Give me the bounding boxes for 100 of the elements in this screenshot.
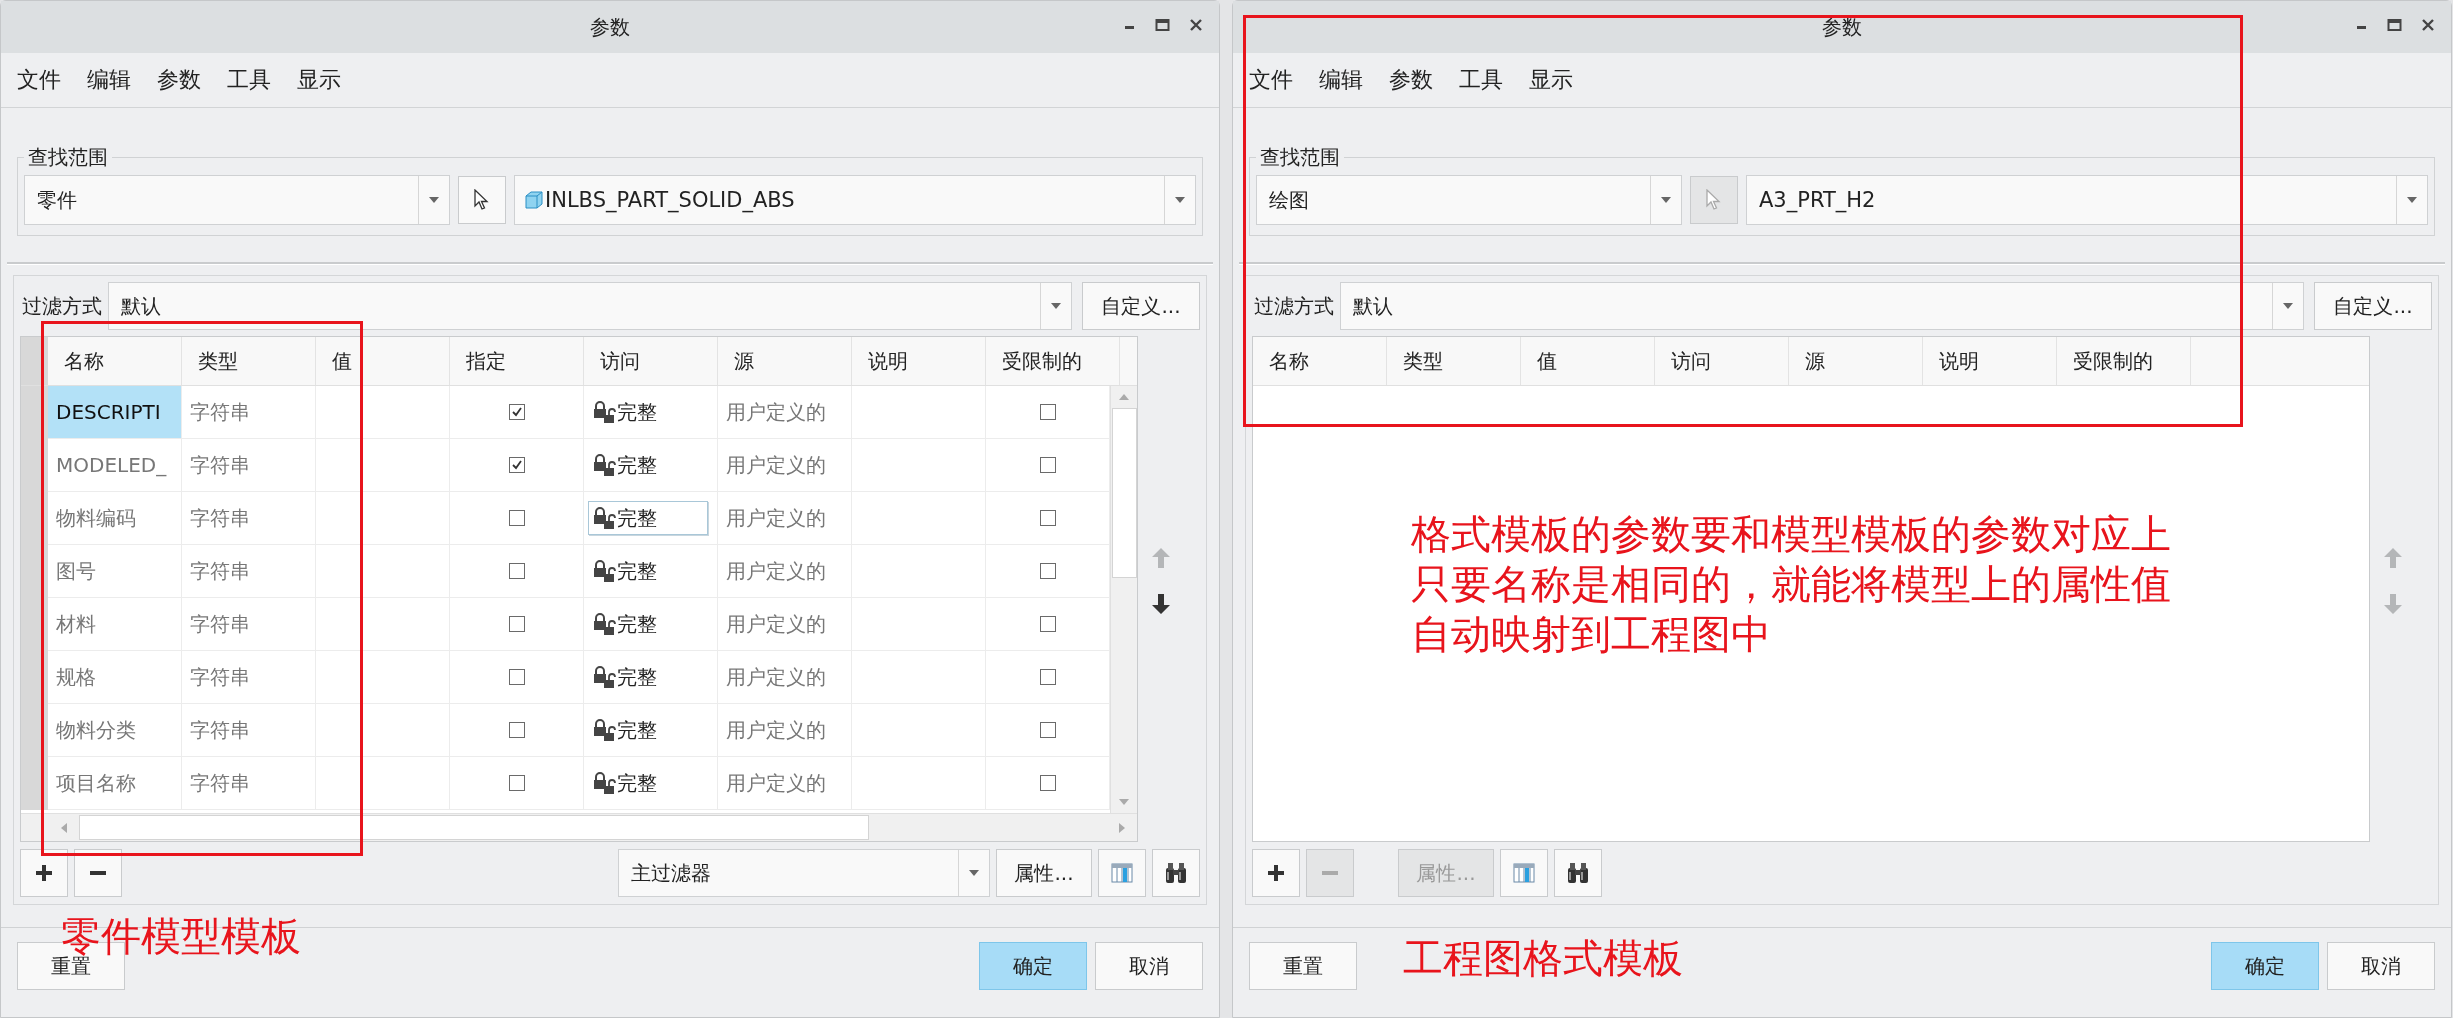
menu-item[interactable]: 编辑 [1319, 65, 1363, 95]
scroll-up-icon [1119, 394, 1129, 400]
checkbox[interactable] [1039, 775, 1056, 791]
scope-type-dropdown[interactable]: 零件 [24, 175, 450, 225]
checkbox[interactable] [1039, 616, 1056, 632]
column-header[interactable]: 类型 [182, 337, 316, 385]
columns-button[interactable] [1500, 849, 1548, 897]
caret-icon [1661, 197, 1671, 203]
table-cell[interactable]: 图号 [48, 545, 182, 598]
column-header[interactable]: 访问 [1655, 337, 1789, 385]
access-cell[interactable]: 完整 [588, 607, 708, 641]
find-button[interactable] [1152, 849, 1200, 897]
maximize-button[interactable] [1155, 18, 1171, 32]
find-button[interactable] [1554, 849, 1602, 897]
checkbox[interactable] [1039, 404, 1056, 420]
move-down-button[interactable] [1152, 594, 1170, 614]
access-cell[interactable]: 完整 [588, 713, 708, 747]
table-cell[interactable]: 规格 [48, 651, 182, 704]
scrollbar-thumb[interactable] [79, 815, 869, 840]
add-button[interactable] [20, 849, 68, 897]
maximize-button[interactable] [2387, 18, 2403, 32]
menu-item[interactable]: 工具 [227, 65, 271, 95]
column-header[interactable]: 说明 [1923, 337, 2057, 385]
column-header[interactable]: 源 [718, 337, 852, 385]
access-cell[interactable]: 完整 [588, 554, 708, 588]
column-header[interactable]: 受限制的 [2057, 337, 2191, 385]
access-cell[interactable]: 完整 [588, 660, 708, 694]
menu-item[interactable]: 参数 [1389, 65, 1433, 95]
menu-item[interactable]: 文件 [1249, 65, 1293, 95]
checkbox[interactable] [1039, 722, 1056, 738]
column-header[interactable]: 受限制的 [986, 337, 1120, 385]
cancel-button[interactable]: 取消 [1095, 942, 1203, 990]
column-header[interactable]: 说明 [852, 337, 986, 385]
table-cell: 字符串 [182, 492, 316, 545]
table-cell: 用户定义的 [718, 704, 852, 757]
menu-item[interactable]: 工具 [1459, 65, 1503, 95]
properties-button[interactable]: 属性... [996, 849, 1092, 897]
access-cell[interactable]: 完整 [588, 766, 708, 800]
customize-button[interactable]: 自定义... [1082, 282, 1200, 330]
filter-dropdown[interactable]: 默认 [108, 282, 1072, 330]
menu-item[interactable]: 显示 [1529, 65, 1573, 95]
scrollbar-thumb[interactable] [1111, 408, 1137, 578]
menu-item[interactable]: 参数 [157, 65, 201, 95]
table-cell[interactable]: 物料编码 [48, 492, 182, 545]
column-header[interactable]: 值 [1521, 337, 1655, 385]
filter-dropdown[interactable]: 默认 [1340, 282, 2304, 330]
table-cell: 用户定义的 [718, 757, 852, 810]
remove-button[interactable] [74, 849, 122, 897]
column-header[interactable]: 源 [1789, 337, 1923, 385]
horizontal-scrollbar[interactable] [21, 813, 1137, 841]
access-cell[interactable]: 完整 [588, 501, 708, 535]
table-cell[interactable]: MODELED_ [48, 439, 182, 492]
access-cell[interactable]: 完整 [588, 395, 708, 429]
access-text: 完整 [617, 716, 657, 744]
add-button[interactable] [1252, 849, 1300, 897]
column-header[interactable]: 访问 [584, 337, 718, 385]
vertical-scrollbar[interactable] [1110, 386, 1137, 813]
checkbox[interactable] [508, 510, 525, 526]
column-header[interactable]: 类型 [1387, 337, 1521, 385]
column-header[interactable]: 名称 [48, 337, 182, 385]
checkbox[interactable] [508, 457, 525, 473]
checkbox[interactable] [508, 404, 525, 420]
close-button[interactable] [2421, 18, 2435, 32]
column-header[interactable]: 名称 [1253, 337, 1387, 385]
table-cell[interactable]: 项目名称 [48, 757, 182, 810]
checkbox[interactable] [508, 775, 525, 791]
column-header[interactable]: 值 [316, 337, 450, 385]
checkbox[interactable] [1039, 563, 1056, 579]
ok-button[interactable]: 确定 [979, 942, 1087, 990]
column-header[interactable]: 指定 [450, 337, 584, 385]
columns-button[interactable] [1098, 849, 1146, 897]
table-cell[interactable]: 物料分类 [48, 704, 182, 757]
cancel-button[interactable]: 取消 [2327, 942, 2435, 990]
close-button[interactable] [1189, 18, 1203, 32]
checkbox[interactable] [508, 616, 525, 632]
lock-icon [593, 613, 617, 635]
checkbox[interactable] [508, 722, 525, 738]
menu-item[interactable]: 文件 [17, 65, 61, 95]
scroll-down-icon [1119, 799, 1129, 805]
table-cell[interactable]: 材料 [48, 598, 182, 651]
menu-item[interactable]: 显示 [297, 65, 341, 95]
access-text: 完整 [617, 451, 657, 479]
checkbox[interactable] [508, 563, 525, 579]
checkbox[interactable] [1039, 510, 1056, 526]
table-cell[interactable]: DESCRIPTI [48, 386, 182, 439]
scope-type-dropdown[interactable]: 绘图 [1256, 175, 1682, 225]
ok-button[interactable]: 确定 [2211, 942, 2319, 990]
checkbox[interactable] [508, 669, 525, 685]
table-cell: 字符串 [182, 704, 316, 757]
model-dropdown[interactable]: A3_PRT_H2 [1746, 175, 2428, 225]
customize-button[interactable]: 自定义... [2314, 282, 2432, 330]
main-filter-dropdown[interactable]: 主过滤器 [618, 849, 990, 897]
access-cell[interactable]: 完整 [588, 448, 708, 482]
menu-item[interactable]: 编辑 [87, 65, 131, 95]
pick-button[interactable] [458, 176, 506, 224]
reset-button[interactable]: 重置 [1249, 942, 1357, 990]
checkbox[interactable] [1039, 669, 1056, 685]
filter-label: 过滤方式 [1253, 292, 1334, 320]
checkbox[interactable] [1039, 457, 1056, 473]
model-dropdown[interactable]: INLBS_PART_SOLID_ABS [514, 175, 1196, 225]
